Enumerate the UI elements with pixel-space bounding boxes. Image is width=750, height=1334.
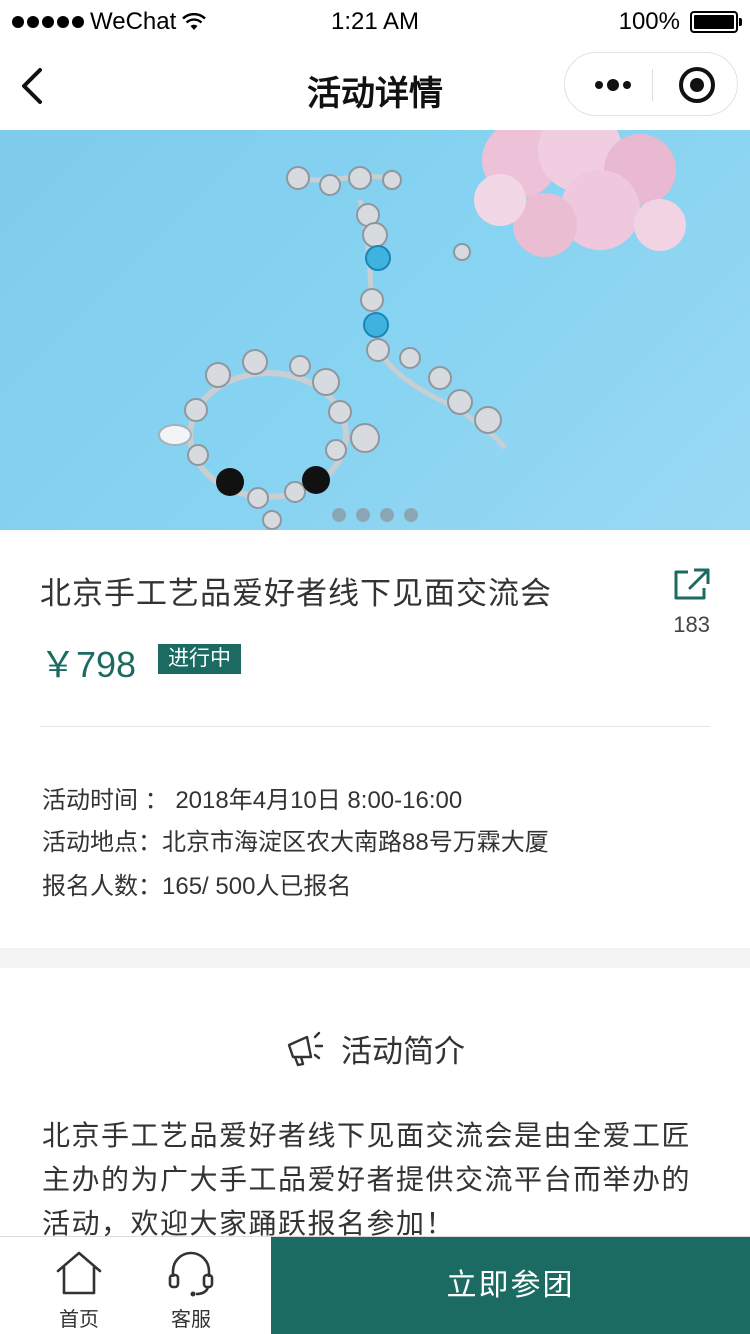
carousel-indicator xyxy=(0,508,750,522)
flower-decoration xyxy=(474,130,686,257)
battery-percent: 100% xyxy=(618,8,680,35)
navigation-bar: 活动详情 xyxy=(0,46,750,130)
megaphone-icon xyxy=(287,1031,324,1066)
carousel-dot[interactable] xyxy=(332,508,346,522)
divider xyxy=(40,726,710,727)
close-icon xyxy=(679,67,715,103)
status-badge: 进行中 xyxy=(158,644,241,674)
tab-service-label: 客服 xyxy=(171,1309,211,1331)
intro-header: 活动简介 xyxy=(0,1026,750,1071)
mini-program-capsule xyxy=(564,52,738,116)
activity-title: 北京手工艺品爱好者线下见面交流会 xyxy=(40,576,552,611)
banner-carousel[interactable] xyxy=(0,130,750,530)
carousel-dot[interactable] xyxy=(356,508,370,522)
activity-price: ￥798 xyxy=(40,644,137,685)
share-icon xyxy=(674,568,710,600)
capsule-divider xyxy=(652,69,653,101)
tab-home-label: 首页 xyxy=(59,1309,99,1331)
battery-icon xyxy=(690,11,742,33)
headset-icon xyxy=(168,1251,214,1297)
tab-home[interactable]: 首页 xyxy=(34,1237,124,1334)
activity-signup-count: 报名人数：165/ 500人已报名 xyxy=(42,873,352,900)
intro-text: 北京手工艺品爱好者线下见面交流会是由全爱工匠主办的为广大手工品爱好者提供交流平台… xyxy=(42,1120,692,1239)
join-group-button[interactable]: 立即参团 xyxy=(271,1237,750,1334)
home-icon xyxy=(56,1251,102,1295)
section-gap xyxy=(0,948,750,968)
activity-info: 北京手工艺品爱好者线下见面交流会 183 ￥798 进行中 活动时间 ： 201… xyxy=(0,530,750,948)
battery-status: 100% xyxy=(618,8,742,36)
tab-customer-service[interactable]: 客服 xyxy=(146,1237,236,1334)
status-bar: WeChat 1:21 AM 100% xyxy=(0,0,750,46)
carousel-dot[interactable] xyxy=(404,508,418,522)
intro-title: 活动简介 xyxy=(341,1034,465,1069)
bottom-bar: 首页 客服 立即参团 xyxy=(0,1236,750,1334)
share-count: 183 xyxy=(673,612,710,637)
activity-location: 活动地点：北京市海淀区农大南路88号万霖大厦 xyxy=(42,829,549,856)
activity-intro: 活动简介 北京手工艺品爱好者线下见面交流会是由全爱工匠主办的为广大手工品爱好者提… xyxy=(0,968,750,1239)
close-button[interactable] xyxy=(677,65,717,105)
more-icon xyxy=(595,79,631,91)
banner-image xyxy=(158,130,686,530)
activity-time: 活动时间 ： 2018年4月10日 8:00-16:00 xyxy=(42,787,463,814)
more-button[interactable] xyxy=(593,75,633,95)
carousel-dot[interactable] xyxy=(380,508,394,522)
